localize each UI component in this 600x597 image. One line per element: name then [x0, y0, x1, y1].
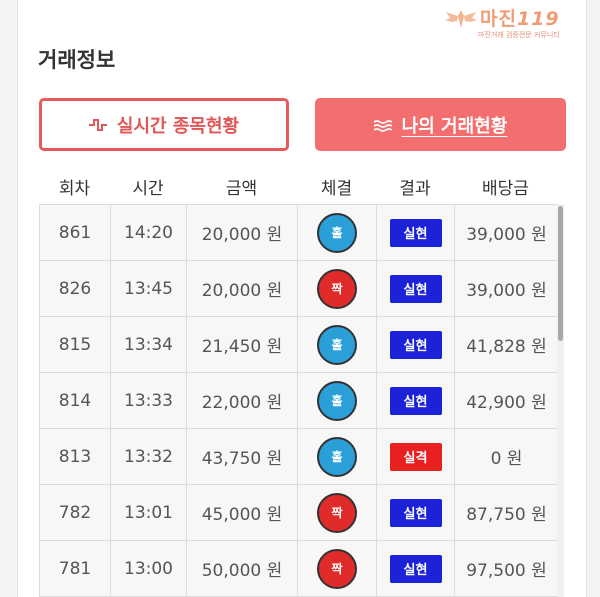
- section-title: 거래정보: [38, 48, 116, 72]
- result-badge: 실현: [389, 218, 442, 247]
- cell-result: 실격: [377, 429, 455, 484]
- column-header-payout: 배당금: [482, 179, 529, 199]
- pulse-icon: [88, 118, 107, 132]
- column-header-fill: 체결: [320, 179, 353, 199]
- table-row: 814 13:33 22,000 원 홀 실현 42,900 원: [40, 373, 558, 429]
- cell-round: 815: [40, 317, 111, 372]
- cell-result: 실현: [377, 205, 455, 260]
- watermark-tagline: 마진거래 검증전문 커뮤니티: [478, 31, 560, 39]
- cell-round: 813: [40, 429, 111, 484]
- cell-fill: 짝: [298, 261, 377, 316]
- cell-fill: 짝: [298, 541, 377, 596]
- cell-time: 13:32: [111, 429, 187, 484]
- column-header-result: 결과: [399, 179, 431, 199]
- my-trades-button[interactable]: 나의 거래현황: [315, 98, 566, 151]
- cell-time: 13:01: [111, 485, 187, 540]
- result-badge: 실격: [389, 442, 442, 471]
- cell-result: 실현: [377, 541, 455, 596]
- table-header: 회차 시간 금액 체결 결과 배당금: [39, 174, 566, 200]
- cell-payout: 42,900 원: [466, 393, 547, 413]
- cell-amount: 22,000 원: [187, 373, 298, 428]
- table-row: 861 14:20 20,000 원 홀 실현 39,000 원: [40, 205, 558, 261]
- cell-result: 실현: [377, 373, 455, 428]
- cell-payout: 0 원: [490, 449, 523, 469]
- table-row: 826 13:45 20,000 원 짝 실현 39,000 원: [40, 261, 558, 317]
- cell-fill: 홀: [298, 429, 377, 484]
- cell-payout: 87,750 원: [466, 505, 547, 525]
- table-scrollbar[interactable]: [557, 204, 564, 597]
- cell-round: 782: [40, 485, 111, 540]
- realtime-status-button[interactable]: 실시간 종목현황: [39, 98, 289, 151]
- cell-time: 13:00: [111, 541, 187, 596]
- cell-time: 13:45: [111, 261, 187, 316]
- cell-result: 실현: [377, 261, 455, 316]
- table-row: 813 13:32 43,750 원 홀 실격 0 원: [40, 429, 558, 485]
- odd-ball: 홀: [317, 380, 357, 421]
- watermark-badge: 119: [516, 8, 560, 30]
- cell-round: 814: [40, 373, 111, 428]
- wave-lines-icon: [373, 118, 392, 132]
- cell-time: 13:33: [111, 373, 187, 428]
- even-ball: 짝: [317, 492, 357, 533]
- realtime-status-label: 실시간 종목현황: [116, 115, 240, 137]
- result-badge: 실현: [389, 274, 442, 303]
- result-badge: 실현: [389, 498, 442, 527]
- trade-table: 861 14:20 20,000 원 홀 실현 39,000 원 826 13:45 20,00…: [39, 204, 559, 597]
- trade-info-card: 마진119 마진거래 검증전문 커뮤니티 거래정보 실시간 종목현황 나의 거래…: [17, 0, 587, 597]
- table-row: 782 13:01 45,000 원 짝 실현 87,750 원: [40, 485, 558, 541]
- watermark: 마진119 마진거래 검증전문 커뮤니티: [444, 4, 580, 40]
- cell-time: 13:34: [111, 317, 187, 372]
- result-badge: 실현: [389, 330, 442, 359]
- table-row: 781 13:00 50,000 원 짝 실현 97,500 원: [40, 541, 558, 597]
- cell-amount: 20,000 원: [187, 261, 298, 316]
- column-header-time: 시간: [132, 179, 164, 199]
- cell-amount: 21,450 원: [187, 317, 298, 372]
- cell-round: 781: [40, 541, 111, 596]
- watermark-brand: 마진: [480, 8, 517, 30]
- column-header-amount: 금액: [225, 179, 258, 199]
- result-badge: 실현: [389, 554, 442, 583]
- wing-emblem-icon: [445, 10, 477, 28]
- cell-amount: 45,000 원: [187, 485, 298, 540]
- cell-result: 실현: [377, 317, 455, 372]
- cell-time: 14:20: [111, 205, 187, 260]
- cell-amount: 20,000 원: [187, 205, 298, 260]
- column-header-round: 회차: [58, 179, 91, 199]
- cell-payout: 97,500 원: [466, 561, 547, 581]
- odd-ball: 홀: [317, 436, 357, 477]
- cell-round: 826: [40, 261, 111, 316]
- cell-round: 861: [40, 205, 111, 260]
- odd-ball: 홀: [317, 212, 357, 253]
- cell-fill: 홀: [298, 373, 377, 428]
- table-row: 815 13:34 21,450 원 홀 실현 41,828 원: [40, 317, 558, 373]
- scrollbar-thumb[interactable]: [558, 206, 563, 341]
- cell-payout: 39,000 원: [466, 281, 547, 301]
- my-trades-label: 나의 거래현황: [401, 115, 508, 137]
- odd-ball: 홀: [317, 324, 357, 365]
- cell-payout: 41,828 원: [466, 337, 547, 357]
- cell-result: 실현: [377, 485, 455, 540]
- even-ball: 짝: [317, 548, 357, 589]
- cell-fill: 홀: [298, 317, 377, 372]
- cell-amount: 50,000 원: [187, 541, 298, 596]
- cell-fill: 짝: [298, 485, 377, 540]
- cell-amount: 43,750 원: [187, 429, 298, 484]
- cell-fill: 홀: [298, 205, 377, 260]
- cell-payout: 39,000 원: [466, 225, 547, 245]
- result-badge: 실현: [389, 386, 442, 415]
- even-ball: 짝: [317, 268, 357, 309]
